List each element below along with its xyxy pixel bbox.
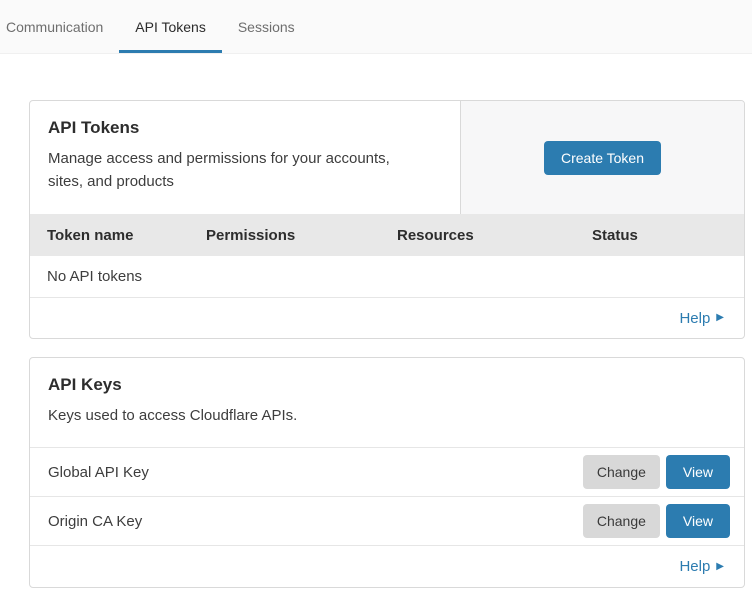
key-row-global-api-key: Global API Key Change View xyxy=(30,447,744,496)
key-name-label: Global API Key xyxy=(48,464,149,481)
api-tokens-description: Manage access and permissions for your a… xyxy=(48,147,428,194)
help-link-label: Help xyxy=(679,558,710,575)
api-tokens-title: API Tokens xyxy=(48,118,442,138)
column-token-name: Token name xyxy=(47,227,206,244)
api-keys-help-link[interactable]: Help ▶ xyxy=(679,558,724,575)
tab-communication[interactable]: Communication xyxy=(6,2,119,53)
api-keys-card: API Keys Keys used to access Cloudflare … xyxy=(29,357,745,588)
page-content: API Tokens Manage access and permissions… xyxy=(0,54,752,588)
create-token-button[interactable]: Create Token xyxy=(544,141,661,175)
tab-bar: Communication API Tokens Sessions xyxy=(0,0,752,54)
column-resources: Resources xyxy=(397,227,592,244)
api-keys-description: Keys used to access Cloudflare APIs. xyxy=(48,404,428,427)
key-row-actions: Change View xyxy=(583,455,730,489)
api-tokens-action-panel: Create Token xyxy=(460,101,744,214)
change-origin-ca-key-button[interactable]: Change xyxy=(583,504,660,538)
column-permissions: Permissions xyxy=(206,227,397,244)
view-origin-ca-key-button[interactable]: View xyxy=(666,504,730,538)
arrow-right-icon: ▶ xyxy=(716,313,724,323)
tab-api-tokens[interactable]: API Tokens xyxy=(119,2,222,53)
column-status: Status xyxy=(592,227,744,244)
tokens-empty-row: No API tokens xyxy=(30,256,744,298)
key-row-origin-ca-key: Origin CA Key Change View xyxy=(30,496,744,545)
api-keys-title: API Keys xyxy=(48,375,726,395)
key-row-actions: Change View xyxy=(583,504,730,538)
api-keys-card-header: API Keys Keys used to access Cloudflare … xyxy=(30,358,744,447)
tokens-empty-message: No API tokens xyxy=(47,268,142,285)
help-link-label: Help xyxy=(679,310,710,327)
arrow-right-icon: ▶ xyxy=(716,562,724,572)
change-global-api-key-button[interactable]: Change xyxy=(583,455,660,489)
api-tokens-card-footer: Help ▶ xyxy=(30,298,744,338)
api-keys-card-footer: Help ▶ xyxy=(30,545,744,587)
api-tokens-card-header: API Tokens Manage access and permissions… xyxy=(30,101,744,214)
api-tokens-card: API Tokens Manage access and permissions… xyxy=(29,100,745,339)
tab-sessions[interactable]: Sessions xyxy=(222,2,311,53)
api-tokens-card-header-text: API Tokens Manage access and permissions… xyxy=(30,101,460,214)
tokens-table-header: Token name Permissions Resources Status xyxy=(30,214,744,256)
api-tokens-help-link[interactable]: Help ▶ xyxy=(679,310,724,327)
key-name-label: Origin CA Key xyxy=(48,513,142,530)
view-global-api-key-button[interactable]: View xyxy=(666,455,730,489)
